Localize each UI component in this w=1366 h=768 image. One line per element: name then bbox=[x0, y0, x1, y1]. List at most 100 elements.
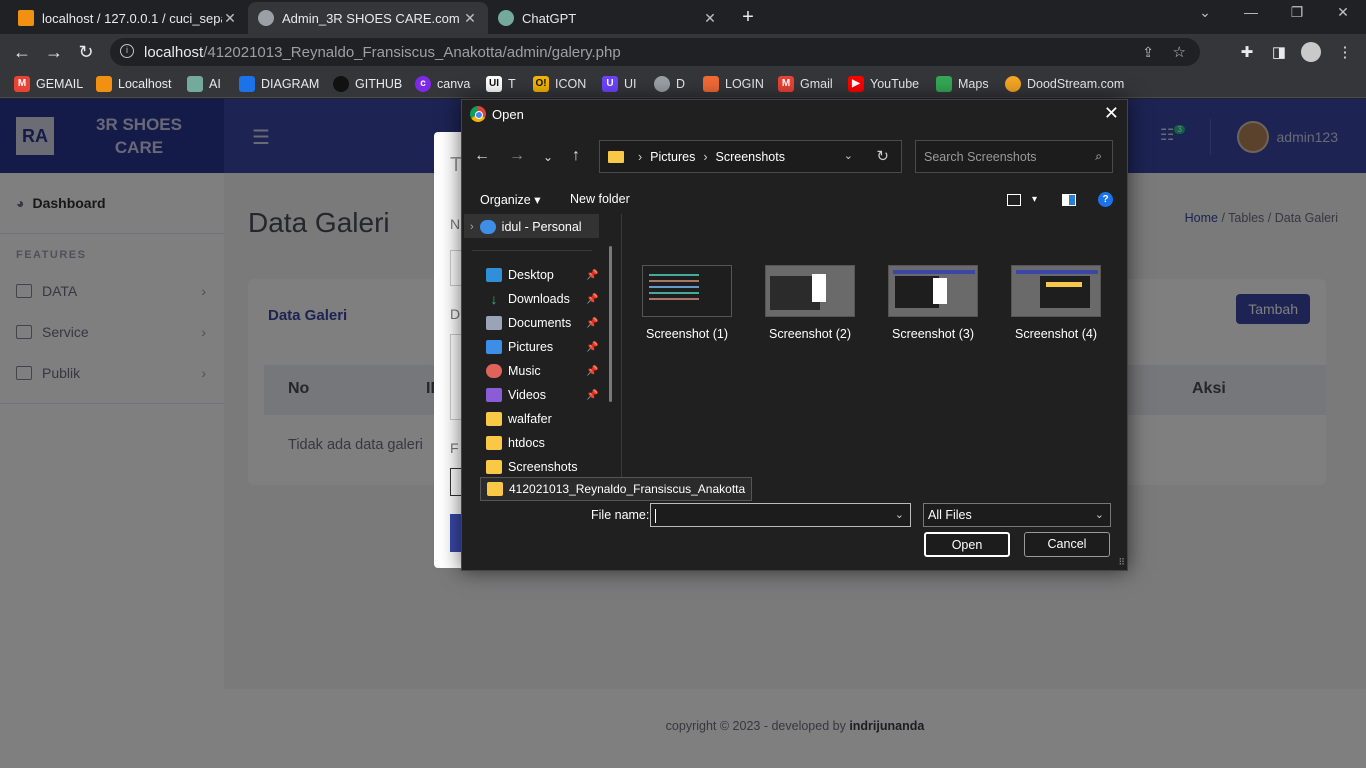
view-mode-icon[interactable] bbox=[1007, 194, 1021, 206]
bookmark-maps[interactable]: Maps bbox=[936, 76, 989, 92]
tree-item-desktop[interactable]: Desktop 📌 bbox=[486, 268, 598, 282]
forward-arrow-icon[interactable]: → bbox=[507, 147, 527, 165]
file-name: Screenshot (2) bbox=[769, 327, 851, 341]
bookmark-ui[interactable]: U UI bbox=[602, 76, 637, 92]
minimize-button[interactable]: — bbox=[1236, 4, 1266, 20]
file-item[interactable]: Screenshot (3) bbox=[887, 265, 979, 341]
browser-toolbar: ← → ↻ i localhost /412021013_Reynaldo_Fr… bbox=[0, 34, 1366, 70]
thumbnail-bar bbox=[1016, 270, 1098, 274]
open-file-dialog: Open ✕ ← → ⌄ ↑ › Pictures › Screenshots … bbox=[461, 99, 1128, 571]
restore-button[interactable]: ❐ bbox=[1282, 4, 1312, 21]
chevron-down-icon[interactable]: ⌄ bbox=[895, 508, 904, 521]
side-panel-icon[interactable]: ◨ bbox=[1269, 43, 1289, 61]
pin-icon: 📌 bbox=[586, 341, 599, 353]
search-placeholder: Search Screenshots bbox=[924, 150, 1037, 164]
tree-item-videos[interactable]: Videos 📌 bbox=[486, 388, 598, 402]
close-icon[interactable]: ✕ bbox=[702, 10, 718, 27]
path-segment[interactable]: Pictures bbox=[650, 150, 695, 164]
search-input[interactable]: Search Screenshots ⌕ bbox=[915, 140, 1113, 173]
maps-icon bbox=[936, 76, 952, 92]
bookmark-label: YouTube bbox=[870, 77, 920, 91]
tab-phpmyadmin[interactable]: localhost / 127.0.0.1 / cuci_sepatu ✕ bbox=[8, 2, 248, 34]
folder-icon bbox=[608, 150, 624, 163]
pane-divider[interactable] bbox=[621, 214, 622, 484]
chevron-down-icon[interactable]: ▾ bbox=[1032, 194, 1037, 205]
chatgpt-icon bbox=[498, 10, 514, 26]
bookmark-gemail[interactable]: M GEMAIL bbox=[14, 76, 83, 92]
window-close-button[interactable]: ✕ bbox=[1328, 4, 1358, 21]
bookmark-youtube[interactable]: ▶ YouTube bbox=[848, 76, 919, 92]
bookmark-diagram[interactable]: DIAGRAM bbox=[239, 76, 319, 92]
bookmark-login[interactable]: LOGIN bbox=[703, 76, 764, 92]
close-icon[interactable]: ✕ bbox=[462, 10, 478, 27]
star-icon[interactable]: ☆ bbox=[1173, 43, 1186, 61]
pin-icon: 📌 bbox=[586, 269, 599, 281]
refresh-icon[interactable]: ↻ bbox=[876, 147, 889, 165]
bookmark-gmail[interactable]: M Gmail bbox=[778, 76, 833, 92]
bookmark-label: Maps bbox=[958, 77, 989, 91]
tree-item-music[interactable]: Music 📌 bbox=[486, 364, 598, 378]
tree-item-htdocs[interactable]: htdocs bbox=[486, 436, 545, 450]
pin-icon: 📌 bbox=[586, 389, 599, 401]
new-tab-button[interactable]: + bbox=[738, 6, 758, 29]
cancel-button[interactable]: Cancel bbox=[1024, 532, 1110, 557]
bookmark-d[interactable]: D bbox=[654, 76, 685, 92]
onedrive-icon bbox=[479, 220, 496, 234]
bookmark-label: UI bbox=[624, 77, 637, 91]
preview-pane-icon[interactable] bbox=[1062, 194, 1076, 206]
tree-item-downloads[interactable]: ↓ Downloads 📌 bbox=[486, 292, 599, 306]
desktop-icon bbox=[486, 268, 502, 282]
tree-item-onedrive[interactable]: › idul - Personal bbox=[470, 220, 582, 234]
gmail-icon: M bbox=[778, 76, 794, 92]
modal-label-fragment: D bbox=[450, 306, 461, 322]
recent-locations-icon[interactable]: ⌄ bbox=[538, 150, 558, 164]
help-icon[interactable]: ? bbox=[1098, 192, 1113, 207]
bookmark-github[interactable]: GITHUB bbox=[333, 76, 402, 92]
chevron-down-icon[interactable]: ⌄ bbox=[844, 149, 853, 162]
file-name: Screenshot (3) bbox=[892, 327, 974, 341]
profile-avatar[interactable] bbox=[1301, 42, 1321, 62]
organize-button[interactable]: Organize ▾ bbox=[480, 192, 540, 207]
forward-icon[interactable]: → bbox=[43, 42, 65, 63]
file-item[interactable]: Screenshot (4) bbox=[1010, 265, 1102, 341]
path-bar[interactable]: › Pictures › Screenshots ⌄ ↻ bbox=[599, 140, 902, 173]
bookmark-t[interactable]: UI T bbox=[486, 76, 516, 92]
nav-pane-scrollbar[interactable] bbox=[609, 246, 612, 402]
path-segment[interactable]: Screenshots bbox=[716, 150, 785, 164]
address-bar[interactable]: i localhost /412021013_Reynaldo_Fransisc… bbox=[110, 38, 1200, 66]
tab-search-icon[interactable]: ⌄ bbox=[1190, 4, 1220, 21]
bookmark-doodstream[interactable]: DoodStream.com bbox=[1005, 76, 1124, 92]
tree-item-pictures[interactable]: Pictures 📌 bbox=[486, 340, 598, 354]
browser-tab-strip: localhost / 127.0.0.1 / cuci_sepatu ✕ Ad… bbox=[0, 0, 1366, 34]
new-folder-button[interactable]: New folder bbox=[570, 192, 630, 206]
tree-item-label: Videos bbox=[508, 388, 546, 402]
resize-grip-icon[interactable]: ⠿ bbox=[1118, 557, 1125, 568]
bookmark-localhost[interactable]: Localhost bbox=[96, 76, 172, 92]
dialog-close-icon[interactable]: ✕ bbox=[1104, 103, 1119, 124]
share-icon[interactable]: ⇪ bbox=[1142, 44, 1154, 61]
bookmark-label: AI bbox=[209, 77, 221, 91]
tree-item-screenshots[interactable]: Screenshots bbox=[486, 460, 577, 474]
doodstream-icon bbox=[1005, 76, 1021, 92]
tree-item-documents[interactable]: Documents 📌 bbox=[486, 316, 598, 330]
extensions-icon[interactable]: ✚ bbox=[1237, 43, 1257, 61]
open-button[interactable]: Open bbox=[924, 532, 1010, 557]
reload-icon[interactable]: ↻ bbox=[75, 42, 97, 63]
back-icon[interactable]: ← bbox=[11, 42, 33, 63]
file-item[interactable]: Screenshot (2) bbox=[764, 265, 856, 341]
file-name-input[interactable]: ⌄ bbox=[650, 503, 911, 527]
tree-item-walfafer[interactable]: walfafer bbox=[486, 412, 552, 426]
menu-icon[interactable]: ⋮ bbox=[1335, 43, 1355, 61]
file-thumbnail bbox=[642, 265, 732, 317]
file-type-select[interactable]: All Files ⌄ bbox=[923, 503, 1111, 527]
bookmark-canva[interactable]: c canva bbox=[415, 76, 470, 92]
bookmark-icon[interactable]: O! ICON bbox=[533, 76, 586, 92]
site-info-icon[interactable]: i bbox=[120, 44, 134, 58]
tab-chatgpt[interactable]: ChatGPT ✕ bbox=[488, 2, 728, 34]
up-arrow-icon[interactable]: ↑ bbox=[566, 147, 586, 165]
back-arrow-icon[interactable]: ← bbox=[472, 147, 492, 165]
file-item[interactable]: Screenshot (1) bbox=[641, 265, 733, 341]
close-icon[interactable]: ✕ bbox=[222, 10, 238, 27]
bookmark-ai[interactable]: AI bbox=[187, 76, 221, 92]
tab-admin[interactable]: Admin_3R SHOES CARE.com ✕ bbox=[248, 2, 488, 34]
